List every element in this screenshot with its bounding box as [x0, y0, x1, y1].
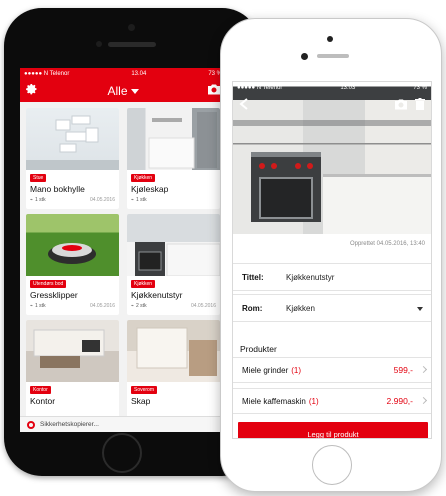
item-grid: Stue Mano bokhylle ⌁ 1 stk 04.05.2016 Kjø… — [20, 102, 226, 421]
product-price: 599,- — [393, 365, 413, 375]
created-timestamp: Opprettet 04.05.2016, 13:40 — [349, 241, 425, 247]
detail-screen: ●●●●● N Telenor 13.03 73 % Opprettet 04.… — [232, 81, 432, 439]
back-chevron-icon[interactable] — [239, 97, 249, 115]
item-quantity: ⌁ 1 stk — [30, 197, 46, 203]
item-card[interactable]: Utendørs bod Gressklipper ⌁ 1 stk 04.05.2… — [26, 214, 119, 315]
clock: 13.03 — [340, 85, 356, 91]
paperclip-icon: ⌁ — [30, 303, 34, 309]
carrier-label: ●●●●● N Telenor — [24, 71, 70, 77]
list-screen: ●●●●● N Telenor 13.04 73 % Alle Stue Man… — [20, 68, 226, 432]
gear-icon[interactable] — [26, 82, 38, 100]
earpiece-speaker — [108, 42, 156, 47]
photo-knob — [295, 163, 301, 169]
product-name: Miele kaffemaskin — [242, 396, 306, 406]
item-date: 04.05.2016 — [89, 303, 115, 309]
phone-detail-device: ●●●●● N Telenor 13.03 73 % Opprettet 04.… — [220, 18, 442, 492]
add-product-button[interactable]: Legg til produkt — [238, 422, 428, 438]
photo-knob — [271, 163, 277, 169]
item-date: 04.05.2016 — [89, 197, 115, 203]
backup-status-text: Sikkerhetskopierer... — [40, 421, 99, 428]
status-bar: ●●●●● N Telenor 13.03 73 % — [233, 82, 431, 94]
home-button[interactable] — [312, 445, 352, 485]
room-label: Rom: — [242, 303, 263, 313]
item-name: Kjøkkenutstyr — [131, 290, 183, 300]
item-name: Mano bokhylle — [30, 184, 85, 194]
item-name: Skap — [131, 396, 151, 406]
filter-title: Alle — [107, 84, 128, 98]
camera-icon[interactable] — [395, 97, 407, 115]
item-card[interactable]: Kjøkken Kjøkkenutstyr ⌁ 2 stk 04.05.2016 — [127, 214, 220, 315]
title-label: Tittel: — [242, 272, 264, 282]
clock: 13.04 — [131, 71, 147, 77]
earpiece-speaker — [317, 54, 349, 58]
item-name: Kontor — [30, 396, 56, 406]
detail-actions — [395, 97, 425, 115]
filter-dropdown[interactable]: Alle — [107, 84, 139, 98]
room-value: Kjøkken — [286, 303, 315, 313]
room-tag: Kontor — [30, 386, 51, 394]
item-photo — [127, 320, 220, 382]
proximity-sensor — [301, 53, 308, 60]
item-photo — [26, 108, 119, 170]
room-tag: Utendørs bod — [30, 280, 67, 288]
item-photo — [26, 320, 119, 382]
camera-icon[interactable] — [207, 82, 220, 100]
dropdown-caret-icon — [417, 307, 423, 311]
item-photo — [127, 214, 220, 277]
product-row[interactable]: Miele grinder (1) 599,- — [233, 357, 431, 383]
detail-nav-bar — [233, 96, 431, 116]
item-name: Kjøleskap — [131, 184, 169, 194]
battery-label: 73 % — [413, 85, 427, 91]
item-quantity: ⌁ 2 stk — [131, 303, 147, 309]
nav-bar: Alle — [20, 80, 226, 102]
item-quantity: ⌁ 1 stk — [30, 303, 46, 309]
paperclip-icon: ⌁ — [131, 197, 135, 203]
item-card[interactable]: Kontor Kontor — [26, 320, 119, 421]
spinner-icon — [27, 420, 35, 429]
proximity-sensor — [96, 41, 102, 47]
item-card[interactable]: Soverom Skap — [127, 320, 220, 421]
room-tag: Kjøkken — [131, 174, 156, 182]
item-name: Gressklipper — [30, 290, 78, 300]
room-tag: Stue — [30, 174, 47, 182]
front-camera — [327, 36, 333, 42]
item-quantity: ⌁ 1 stk — [131, 197, 147, 203]
trash-icon[interactable] — [415, 97, 425, 115]
photo-oven-door — [259, 177, 313, 219]
photo-knob — [307, 163, 313, 169]
item-card[interactable]: Stue Mano bokhylle ⌁ 1 stk 04.05.2016 — [26, 108, 119, 209]
room-select[interactable]: Rom: Kjøkken — [233, 294, 431, 322]
room-tag: Soverom — [131, 386, 158, 394]
item-photo — [26, 214, 119, 276]
home-button[interactable] — [102, 433, 142, 473]
item-date: 04.05.2016 — [190, 303, 216, 309]
product-name: Miele grinder — [242, 365, 289, 375]
chevron-right-icon — [419, 365, 428, 374]
paperclip-icon: ⌁ — [131, 303, 135, 309]
products-heading: Produkter — [240, 344, 277, 354]
photo-stove — [251, 152, 321, 222]
product-count: (1) — [308, 396, 319, 406]
chevron-right-icon — [419, 396, 428, 405]
photo-counter — [323, 137, 431, 234]
photo-knob — [259, 163, 265, 169]
chevron-down-icon — [130, 88, 139, 94]
room-tag: Kjøkken — [131, 280, 156, 288]
item-photo — [127, 108, 220, 170]
product-price: 2.990,- — [386, 396, 413, 406]
title-value[interactable]: Kjøkkenutstyr — [286, 273, 334, 282]
front-camera — [128, 24, 135, 31]
status-bar: ●●●●● N Telenor 13.04 73 % — [20, 68, 226, 80]
paperclip-icon: ⌁ — [30, 197, 34, 203]
backup-status-bar: Sikkerhetskopierer... — [20, 416, 226, 432]
product-row[interactable]: Miele kaffemaskin (1) 2.990,- — [233, 388, 431, 414]
title-field[interactable]: Tittel: Kjøkkenutstyr — [233, 263, 431, 291]
product-count: (1) — [291, 365, 302, 375]
item-card[interactable]: Kjøkken Kjøleskap ⌁ 1 stk — [127, 108, 220, 209]
photo-shelf — [233, 120, 431, 126]
carrier-label: ●●●●● N Telenor — [237, 85, 283, 91]
